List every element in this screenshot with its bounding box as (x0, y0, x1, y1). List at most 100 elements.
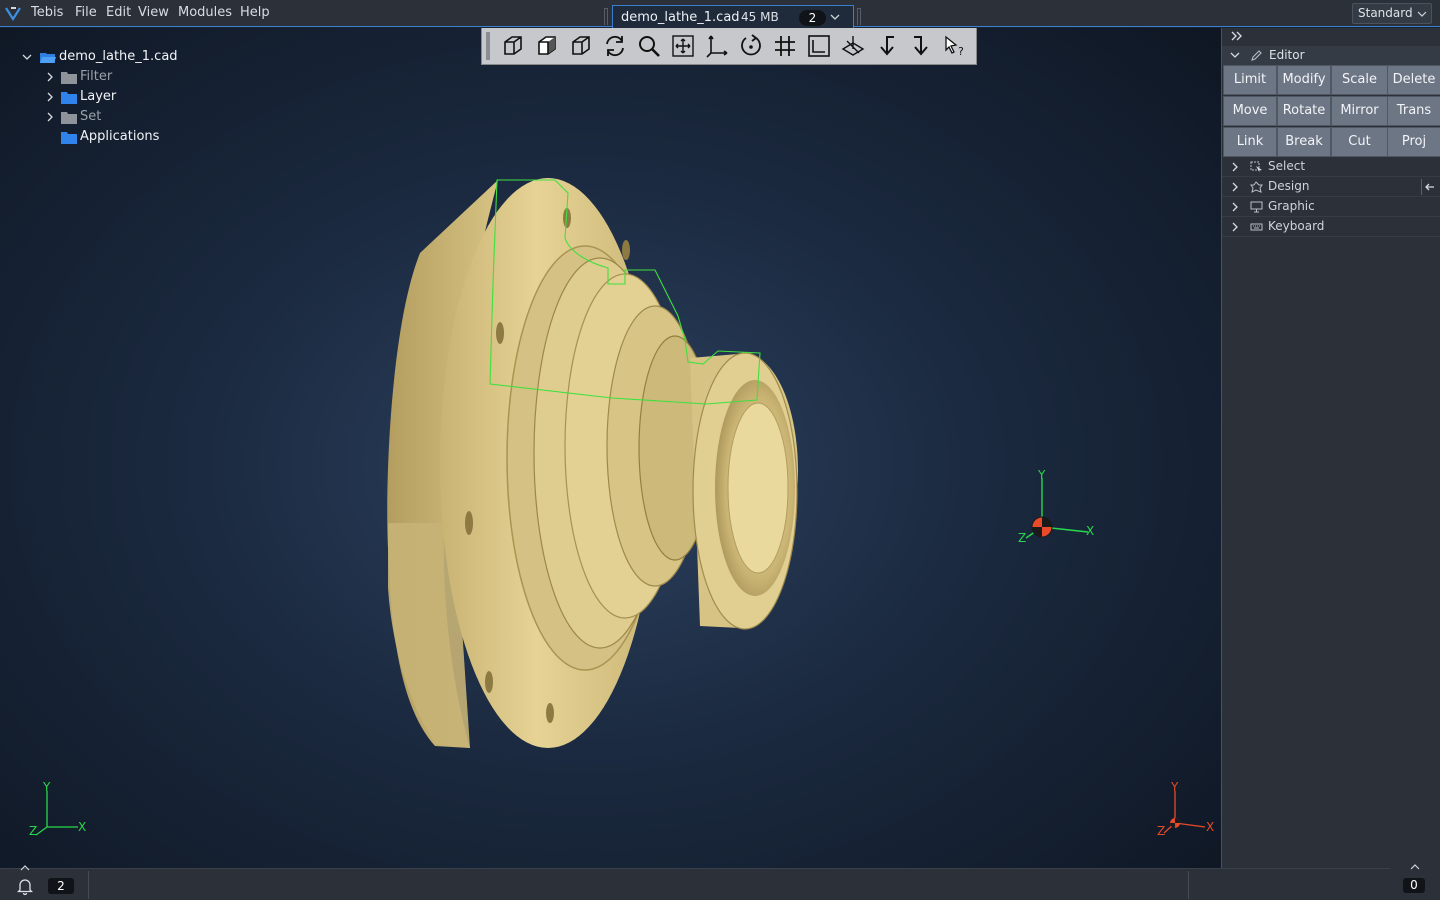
pan-icon[interactable] (670, 33, 696, 59)
axis-label-z: Z (29, 824, 38, 838)
forward-arrow-icon[interactable] (908, 33, 934, 59)
view-iso-icon[interactable] (500, 33, 526, 59)
modify-button[interactable]: Modify (1277, 65, 1331, 95)
folder-icon (61, 92, 77, 104)
tree-item-label: Applications (80, 129, 160, 144)
grid-icon[interactable] (772, 33, 798, 59)
section-design[interactable]: Design (1222, 177, 1440, 197)
tree-item-label: Filter (80, 69, 113, 84)
axis-icon[interactable] (704, 33, 730, 59)
section-select[interactable]: Select (1222, 157, 1440, 177)
tree-item-label: Layer (80, 89, 117, 104)
move-button[interactable]: Move (1223, 96, 1277, 126)
folder-icon (61, 112, 77, 124)
status-right-area: 0 (1390, 860, 1440, 900)
chevron-up-icon[interactable] (1409, 862, 1421, 872)
chevron-right-icon[interactable] (1230, 162, 1240, 172)
axis-label-x: X (1086, 524, 1095, 538)
menubar: Tebis File Edit View Modules Help demo_l… (0, 0, 1440, 28)
folder-icon (61, 72, 77, 84)
3d-viewport[interactable]: demo_lathe_1.cad Filter Layer Set Applic… (0, 28, 1221, 868)
zoom-icon[interactable] (636, 33, 662, 59)
document-tab[interactable]: demo_lathe_1.cad 45 MB 2 (612, 5, 854, 28)
menu-tebis[interactable]: Tebis (31, 5, 63, 20)
chevron-down-icon[interactable] (829, 11, 841, 23)
divider (1421, 179, 1422, 195)
tab-scroll-left[interactable] (604, 8, 608, 25)
menu-edit[interactable]: Edit (106, 5, 131, 20)
design-icon (1250, 181, 1263, 193)
folder-open-icon (40, 53, 56, 63)
rotate-icon[interactable] (738, 33, 764, 59)
view-wire-icon[interactable] (568, 33, 594, 59)
lathe-part-model[interactable] (0, 28, 1221, 868)
editor-section-header[interactable]: Editor (1222, 46, 1440, 65)
menu-help[interactable]: Help (240, 5, 270, 20)
link-button[interactable]: Link (1223, 127, 1277, 157)
section-label: Select (1268, 159, 1306, 173)
tebis-logo-icon[interactable] (5, 6, 22, 21)
axis-label-z: Z (1157, 824, 1166, 838)
section-label: Design (1268, 179, 1310, 193)
chevron-right-icon[interactable] (45, 112, 55, 122)
view-solid-icon[interactable] (534, 33, 560, 59)
bell-icon[interactable] (16, 877, 34, 895)
chevron-right-icon[interactable] (1230, 202, 1240, 212)
tab-scroll-right[interactable] (857, 8, 861, 25)
axis-label-y: Y (43, 780, 51, 794)
chevron-right-icon[interactable] (1230, 182, 1240, 192)
plane-icon[interactable] (840, 33, 866, 59)
svg-text:?: ? (958, 45, 964, 58)
section-keyboard[interactable]: Keyboard (1222, 217, 1440, 237)
monitor-icon (1250, 201, 1263, 213)
chevron-right-icon[interactable] (45, 72, 55, 82)
back-arrow-icon[interactable] (874, 33, 900, 59)
statusbar: 2 0 (0, 860, 1440, 900)
toolbar-grip[interactable] (486, 32, 490, 60)
document-tab-size: 45 MB (741, 10, 779, 24)
section-label: Keyboard (1268, 219, 1325, 233)
axis-label-z: Z (1018, 531, 1027, 545)
right-panel: Editor Limit Modify Scale Delete Move Ro… (1221, 28, 1440, 868)
chevron-right-icon[interactable] (45, 92, 55, 102)
chevron-right-icon[interactable] (1230, 222, 1240, 232)
select-help-icon[interactable]: ? (942, 33, 968, 59)
keyboard-icon (1250, 223, 1263, 231)
menu-modules[interactable]: Modules (178, 5, 232, 20)
cut-button[interactable]: Cut (1331, 127, 1388, 157)
trans-button[interactable]: Trans (1387, 96, 1440, 126)
section-label: Graphic (1268, 199, 1315, 213)
document-tab-badge: 2 (799, 10, 826, 26)
document-tab-name: demo_lathe_1.cad (621, 10, 740, 25)
axis-label-y: Y (1171, 780, 1179, 794)
limit-button[interactable]: Limit (1223, 65, 1277, 95)
axis-label-y: Y (1038, 468, 1046, 482)
axis-label-x: X (78, 820, 87, 834)
collapse-panel-icon[interactable] (1230, 29, 1244, 43)
folder-icon (61, 132, 77, 144)
frame-icon[interactable] (806, 33, 832, 59)
rotate-button[interactable]: Rotate (1277, 96, 1331, 126)
chevron-down-icon[interactable] (22, 52, 32, 62)
section-graphic[interactable]: Graphic (1222, 197, 1440, 217)
mirror-button[interactable]: Mirror (1331, 96, 1388, 126)
proj-button[interactable]: Proj (1387, 127, 1440, 157)
notification-count-badge: 2 (48, 878, 74, 894)
tree-root-label: demo_lathe_1.cad (59, 49, 178, 64)
chevron-down-icon[interactable] (1230, 50, 1240, 60)
select-cursor-icon (1250, 161, 1262, 173)
pencil-icon (1251, 50, 1262, 61)
scale-button[interactable]: Scale (1331, 65, 1388, 95)
chevron-up-icon[interactable] (19, 863, 31, 873)
menu-view[interactable]: View (138, 5, 169, 20)
delete-button[interactable]: Delete (1387, 65, 1440, 95)
regenerate-icon[interactable] (602, 33, 628, 59)
divider (1188, 871, 1189, 899)
editor-button-grid: Limit Modify Scale Delete Move Rotate Mi… (1223, 65, 1440, 158)
menu-file[interactable]: File (75, 5, 97, 20)
layout-select[interactable]: Standard (1352, 3, 1432, 24)
arrow-left-icon[interactable] (1424, 181, 1436, 193)
break-button[interactable]: Break (1277, 127, 1331, 157)
chevron-down-icon (1417, 11, 1427, 17)
editor-section-title: Editor (1269, 48, 1305, 62)
